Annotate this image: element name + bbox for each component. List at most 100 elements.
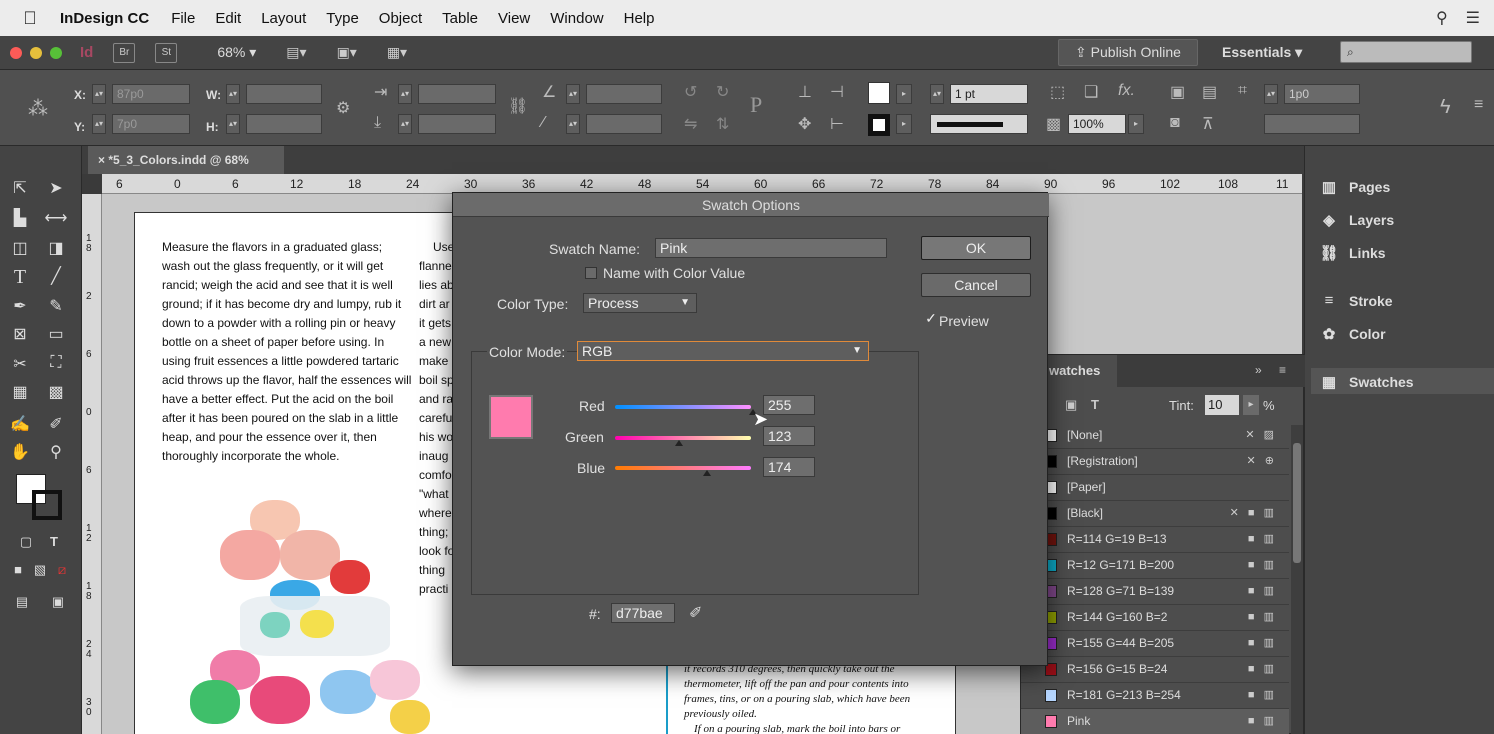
rectangle-frame-tool-icon[interactable]: ⊠ — [8, 324, 32, 344]
link-icon[interactable]: ⛓ — [508, 96, 528, 116]
swatch-row[interactable]: [None] ✕ ▨ — [1021, 423, 1289, 449]
menu-file[interactable]: File — [171, 10, 195, 27]
corner-options-icon[interactable]: ⌗ — [1238, 82, 1247, 100]
menu-edit[interactable]: Edit — [215, 10, 241, 27]
menu-window[interactable]: Window — [550, 10, 603, 27]
stroke-weight-stepper[interactable]: ▴▾ — [930, 84, 944, 104]
type-tool-icon[interactable]: T — [8, 266, 32, 289]
free-transform-tool-icon[interactable]: ⛶ — [44, 354, 68, 372]
tint-field[interactable]: 10 — [1205, 395, 1239, 415]
menu-type[interactable]: Type — [326, 10, 359, 27]
tint-slider-button[interactable]: ▸ — [1243, 395, 1259, 415]
hex-field[interactable]: d77bae — [611, 603, 675, 623]
swatch-row[interactable]: [Paper] — [1021, 475, 1289, 501]
pencil-tool-icon[interactable]: ✎ — [44, 296, 68, 316]
gap-tool-icon[interactable]: ⟷ — [44, 208, 68, 228]
swatch-row[interactable]: Pink ■ ▥ — [1021, 709, 1289, 734]
blue-slider-thumb[interactable] — [703, 470, 711, 476]
control-menu-icon[interactable]: ≡ — [1474, 96, 1483, 114]
help-search-input[interactable]: ⌕ — [1340, 41, 1472, 63]
gradient-swatch-tool-icon[interactable]: ▦ — [8, 382, 32, 402]
green-field[interactable]: 123 — [763, 426, 815, 446]
shear-stepper[interactable]: ▴▾ — [566, 114, 580, 134]
blue-slider[interactable] — [615, 466, 751, 470]
selection-tool-icon[interactable]: ⇱ — [8, 178, 32, 198]
effects-icon[interactable]: fx. — [1118, 82, 1135, 100]
swatch-row[interactable]: R=144 G=160 B=2 ■ ▥ — [1021, 605, 1289, 631]
stroke-menu-button[interactable]: ▸ — [896, 114, 912, 134]
menu-app-name[interactable]: InDesign CC — [60, 10, 149, 27]
dock-swatches[interactable]: ▦ Swatches — [1319, 373, 1414, 391]
rotate-ccw-icon[interactable]: ↺ — [684, 82, 697, 102]
corner-stepper[interactable]: ▴▾ — [1264, 84, 1278, 104]
panel-menu-icon[interactable]: ≡ — [1279, 363, 1286, 377]
screen-mode-icon[interactable]: ▣▾ — [337, 44, 357, 61]
green-slider[interactable] — [615, 436, 751, 440]
eyedropper-tool-icon[interactable]: ✐ — [44, 414, 68, 434]
swatch-row[interactable]: [Registration] ✕ ⊕ — [1021, 449, 1289, 475]
preview-mode-icon[interactable]: ▣ — [46, 594, 70, 610]
zoom-tool-icon[interactable]: ⚲ — [44, 442, 68, 462]
workspace-switcher[interactable]: Essentials ▾ — [1222, 44, 1302, 61]
swatch-row[interactable]: R=114 G=19 B=13 ■ ▥ — [1021, 527, 1289, 553]
w-stepper[interactable]: ▴▾ — [226, 84, 240, 104]
stroke-color-swatch[interactable] — [32, 490, 62, 520]
scale-y-field[interactable] — [418, 114, 496, 134]
swatch-row[interactable]: R=12 G=171 B=200 ■ ▥ — [1021, 553, 1289, 579]
align-left-icon[interactable]: ⊣ — [830, 82, 844, 102]
fill-menu-button[interactable]: ▸ — [896, 84, 912, 104]
document-tab[interactable]: × *5_3_Colors.indd @ 68% — [88, 146, 284, 174]
publish-online-button[interactable]: ⇪ Publish Online — [1058, 39, 1198, 66]
rectangle-tool-icon[interactable]: ▭ — [44, 324, 68, 344]
h-field[interactable] — [246, 114, 322, 134]
swatch-row[interactable]: R=128 G=71 B=139 ■ ▥ — [1021, 579, 1289, 605]
zoom-level-select[interactable]: 68% ▾ — [217, 44, 256, 61]
menu-help[interactable]: Help — [624, 10, 655, 27]
menu-table[interactable]: Table — [442, 10, 478, 27]
name-with-color-value-checkbox[interactable] — [585, 267, 597, 279]
y-stepper[interactable]: ▴▾ — [92, 114, 106, 134]
notification-list-icon[interactable]: ☰ — [1466, 8, 1480, 28]
blue-field[interactable]: 174 — [763, 457, 815, 477]
text-wrap-box-icon[interactable]: ▤ — [1202, 82, 1217, 102]
stroke-type-select[interactable] — [930, 114, 1028, 134]
h-stepper[interactable]: ▴▾ — [226, 114, 240, 134]
x-field[interactable]: 87p0 — [112, 84, 190, 104]
page-tool-icon[interactable]: ▙ — [8, 208, 32, 228]
swatch-scrollbar-thumb[interactable] — [1293, 443, 1301, 563]
distribute-icon[interactable]: ⊢ — [830, 114, 844, 134]
center-content-icon[interactable]: ⊼ — [1202, 114, 1214, 134]
apply-gradient-icon[interactable]: ▧ — [28, 562, 52, 578]
dock-links[interactable]: ⛓ Links — [1319, 244, 1385, 262]
swatch-row[interactable]: R=181 G=213 B=254 ■ ▥ — [1021, 683, 1289, 709]
cancel-button[interactable]: Cancel — [921, 273, 1031, 297]
pen-tool-icon[interactable]: ✒ — [8, 296, 32, 316]
close-window-button[interactable] — [10, 46, 22, 59]
red-slider[interactable] — [615, 405, 751, 409]
quick-apply-icon[interactable]: ϟ — [1440, 96, 1451, 119]
view-options-icon[interactable]: ▤▾ — [286, 44, 306, 61]
y-field[interactable]: 7p0 — [112, 114, 190, 134]
dock-layers[interactable]: ◈ Layers — [1319, 211, 1394, 229]
content-placer-icon[interactable]: ◨ — [44, 238, 68, 258]
swatch-row[interactable]: R=155 G=44 B=205 ■ ▥ — [1021, 631, 1289, 657]
fitting-icon[interactable]: ◙ — [1170, 114, 1180, 132]
swatch-row[interactable]: R=156 G=15 B=24 ■ ▥ — [1021, 657, 1289, 683]
fill-box-icon[interactable]: ▣ — [1065, 397, 1077, 413]
minimize-window-button[interactable] — [30, 46, 42, 59]
arrange-documents-icon[interactable]: ▦▾ — [387, 44, 407, 61]
rotate-field[interactable] — [586, 84, 662, 104]
fill-swatch[interactable] — [868, 82, 890, 104]
swatch-row[interactable]: [Black] ✕ ■ ▥ — [1021, 501, 1289, 527]
shear-field[interactable] — [586, 114, 662, 134]
preview-checkbox[interactable]: ✓ — [925, 311, 937, 325]
sidebar-text-frame[interactable]: it records 310 degrees, then quickly tak… — [684, 662, 940, 734]
scale-x-stepper[interactable]: ▴▾ — [398, 84, 412, 104]
color-type-select[interactable]: Process ▼ — [583, 293, 697, 313]
note-tool-icon[interactable]: ✍ — [8, 414, 32, 434]
opacity-menu-button[interactable]: ▸ — [1128, 114, 1144, 134]
formatting-container-icon[interactable]: ▢ — [14, 534, 38, 550]
corner-shape-select[interactable] — [1264, 114, 1360, 134]
apply-none-icon[interactable]: ⧄ — [50, 562, 74, 578]
apply-color-icon[interactable]: ■ — [6, 562, 30, 577]
